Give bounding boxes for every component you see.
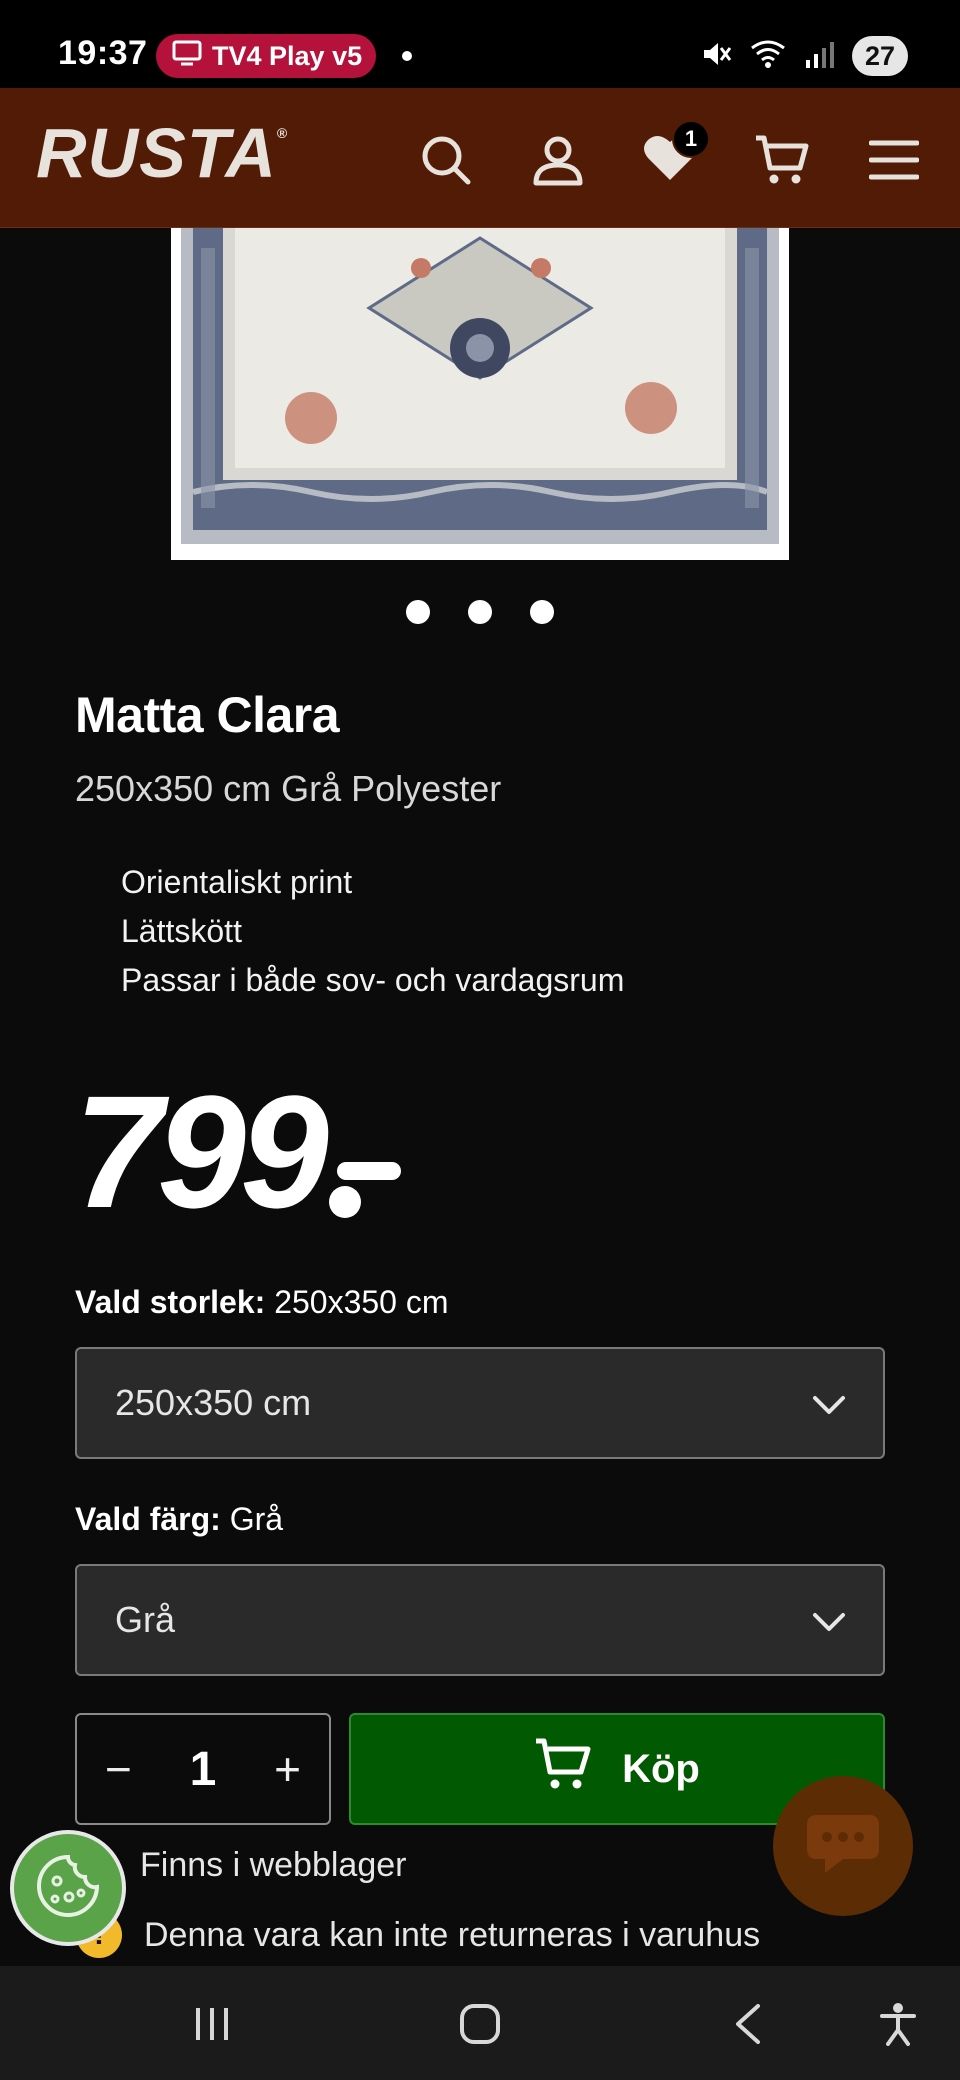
notification-dot [402,51,412,61]
return-notice: ! Denna vara kan inte returneras i varuh… [76,1912,760,1958]
chat-icon [803,1811,883,1882]
carousel-dot[interactable] [468,600,492,624]
notification-pill-label: TV4 Play v5 [212,40,363,71]
price-dash-suffix [328,1156,403,1218]
feature-list: Orientaliskt print Lättskött Passar i bå… [121,858,624,1005]
rusta-logo[interactable]: RUSTA® [36,118,288,188]
product-subtitle: 250x350 cm Grå Polyester [75,768,502,809]
chevron-down-icon [813,1396,845,1414]
system-nav-bar [0,1966,960,2080]
cart-icon[interactable] [752,130,812,190]
carousel-dot[interactable] [406,600,430,624]
return-notice-text: Denna vara kan inte returneras i varuhus [144,1915,761,1954]
home-icon[interactable] [452,1996,508,2052]
feature-item: Orientaliskt print [121,864,353,900]
site-header: RUSTA® 1 [0,88,960,228]
quantity-stepper: − 1 + [75,1713,331,1825]
buy-button-label: Köp [622,1746,700,1791]
signal-icon [804,38,834,75]
size-label-value: 250x350 cm [274,1284,449,1320]
color-select-value: Grå [115,1599,176,1640]
price-value: 799 [74,1062,329,1241]
chevron-down-icon [813,1613,845,1631]
menu-icon[interactable] [864,130,924,190]
wifi-icon [750,38,786,75]
mute-icon [700,38,732,75]
product-image[interactable] [171,228,789,560]
search-icon[interactable] [416,130,476,190]
color-label-value: Grå [229,1501,284,1537]
battery-indicator: 27 [852,36,908,76]
accessibility-icon[interactable] [870,1996,926,2052]
size-select-value: 250x350 cm [115,1382,312,1423]
size-label: Vald storlek: 250x350 cm [75,1284,449,1321]
product-title: Matta Clara [75,687,340,743]
quantity-increase-button[interactable]: + [274,1746,301,1792]
logo-text: RUSTA [36,114,277,192]
color-select[interactable]: Grå [75,1564,885,1676]
status-bar: 19:37 TV4 Play v5 27 [0,0,960,88]
size-label-title: Vald storlek: [75,1284,266,1320]
back-icon[interactable] [720,1996,776,2052]
feature-item: Lättskött [121,913,242,949]
notification-pill[interactable]: TV4 Play v5 [156,34,377,78]
cart-icon [534,1737,592,1801]
wishlist-count-badge: 1 [672,120,710,158]
account-icon[interactable] [528,130,588,190]
tv-icon [172,40,202,73]
stock-status: Finns i webblager [140,1846,407,1884]
carousel-dots [0,600,960,624]
size-select[interactable]: 250x350 cm [75,1347,885,1459]
quantity-value[interactable]: 1 [190,1742,217,1797]
cookie-icon [35,1853,101,1924]
product-price: 799 [74,1072,403,1232]
wishlist-button[interactable]: 1 [640,120,710,190]
color-label-title: Vald färg: [75,1501,221,1537]
cookie-settings-button[interactable] [10,1830,126,1946]
color-label: Vald färg: Grå [75,1501,283,1538]
carousel-dot[interactable] [530,600,554,624]
quantity-decrease-button[interactable]: − [105,1746,132,1792]
recent-apps-icon[interactable] [184,1996,240,2052]
chat-button[interactable] [773,1776,913,1916]
status-time: 19:37 [58,34,148,72]
feature-item: Passar i både sov- och vardagsrum [121,962,625,998]
